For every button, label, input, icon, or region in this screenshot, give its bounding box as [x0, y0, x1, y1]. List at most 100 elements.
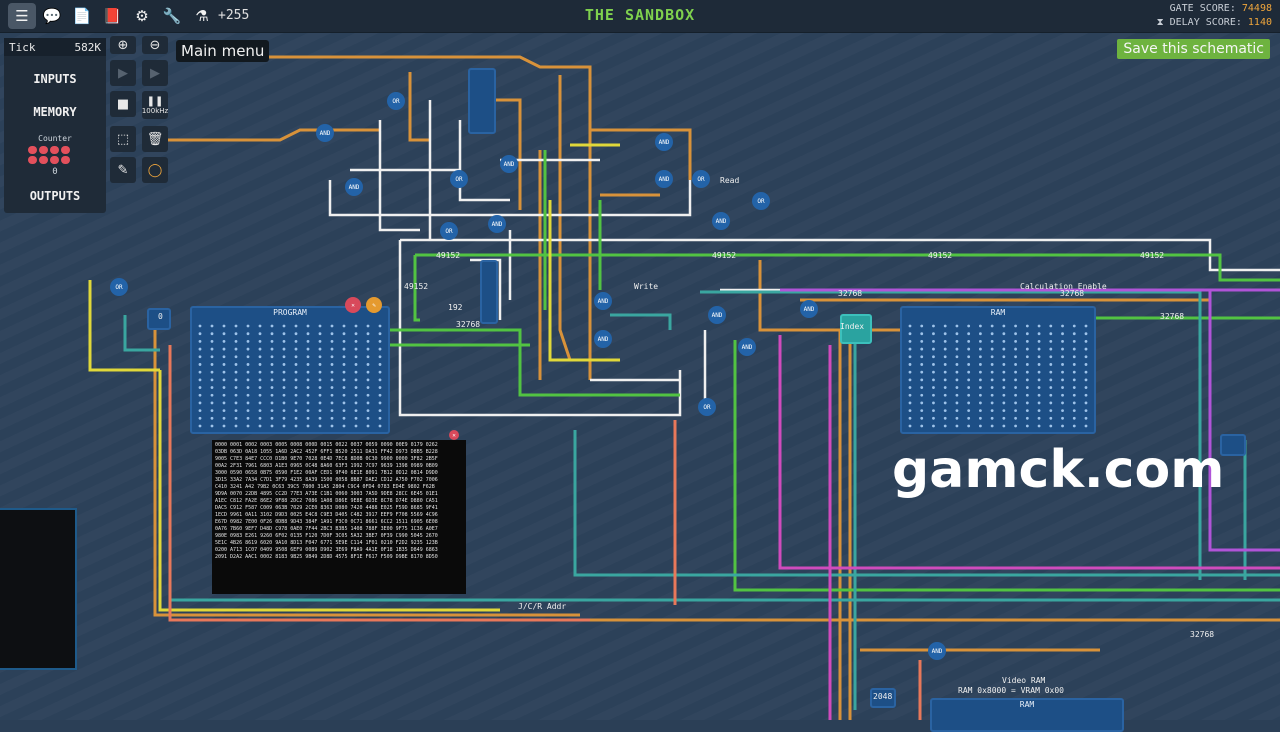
or-gate[interactable]: OR [387, 92, 405, 110]
and-gate[interactable]: AND [500, 155, 518, 173]
memory-cell [932, 393, 935, 397]
memory-cell [967, 401, 971, 405]
memory-cell [1037, 324, 1041, 328]
pause-button[interactable]: ❚❚ 100kHz [142, 91, 168, 119]
program-component[interactable]: PROGRAM [190, 306, 390, 434]
memory-cell [920, 393, 924, 397]
and-gate[interactable]: AND [655, 170, 673, 188]
memory-cell [282, 401, 286, 405]
and-gate[interactable]: AND [594, 330, 612, 348]
memory-cell [1025, 347, 1029, 351]
memory-cell [282, 363, 286, 366]
and-gate[interactable]: AND [488, 215, 506, 233]
memory-cell [1049, 347, 1053, 351]
memory-cell [920, 424, 924, 428]
memory-cell [354, 324, 358, 328]
schematic-canvas[interactable]: AND OR AND AND OR OR AND AND AND AND AND… [0, 0, 1280, 732]
memory-cell [354, 339, 358, 343]
memory-cell [342, 324, 346, 328]
memory-cell [990, 416, 994, 420]
memory-cell [198, 424, 202, 428]
memory-cell [246, 386, 250, 389]
main-menu-tooltip: Main menu [176, 40, 270, 62]
or-gate[interactable]: OR [450, 170, 468, 188]
memory-cell [294, 424, 298, 428]
memory-cell [210, 424, 214, 428]
or-gate[interactable]: OR [110, 278, 128, 296]
memory-cell [270, 363, 274, 366]
memory-cell [990, 347, 994, 351]
memory-cell [943, 363, 947, 366]
or-gate[interactable]: OR [692, 170, 710, 188]
color-picker-icon[interactable]: ◯ [142, 157, 168, 183]
edit-component-icon[interactable]: ✎ [366, 297, 382, 313]
memory-cell [979, 424, 982, 428]
memory-cell [270, 409, 274, 413]
memory-cell [330, 324, 334, 328]
wire-value: 32768 [456, 320, 481, 329]
decoder-component[interactable] [468, 68, 496, 134]
pencil-icon[interactable]: ✎ [110, 157, 136, 183]
or-gate[interactable]: OR [698, 398, 716, 416]
or-gate[interactable]: OR [440, 222, 458, 240]
and-gate[interactable]: AND [655, 133, 673, 151]
trash-icon[interactable]: 🗑 [142, 126, 168, 152]
or-gate[interactable]: OR [752, 192, 770, 210]
memory-cell [378, 370, 382, 374]
decoder-component[interactable] [480, 260, 498, 324]
memory-cell [979, 401, 982, 405]
memory-cell [234, 347, 238, 351]
delete-component-icon[interactable]: ✕ [345, 297, 361, 313]
memory-cell [1084, 324, 1088, 328]
memory-cell [318, 347, 322, 351]
inputs-button[interactable]: INPUTS [4, 72, 106, 86]
save-schematic-button[interactable]: Save this schematic [1117, 39, 1270, 59]
memory-cell [1084, 409, 1088, 413]
memory-cell [210, 416, 214, 420]
zoom-in-icon[interactable]: ⊕ [110, 36, 136, 54]
and-gate[interactable]: AND [594, 292, 612, 310]
and-gate[interactable]: AND [345, 178, 363, 196]
memory-button[interactable]: MEMORY [4, 105, 106, 119]
and-gate[interactable]: AND [316, 124, 334, 142]
and-gate[interactable]: AND [928, 642, 946, 660]
memory-cell [943, 324, 947, 328]
memory-cell [306, 363, 310, 366]
memory-cell [1072, 347, 1076, 351]
memory-cell [234, 324, 238, 328]
memory-cell [258, 324, 262, 328]
run-icon[interactable]: ▶ [142, 60, 168, 86]
memory-cell [366, 363, 370, 366]
and-gate[interactable]: AND [738, 338, 756, 356]
memory-cell [294, 416, 298, 420]
memory-cell [979, 378, 982, 382]
step-icon[interactable]: ▶ [110, 60, 136, 86]
and-gate[interactable]: AND [708, 306, 726, 324]
memory-cell [234, 332, 238, 336]
memory-cell [378, 363, 382, 366]
memory-cell [1072, 378, 1076, 382]
ram-component[interactable]: RAM [900, 306, 1096, 434]
memory-cell [1002, 424, 1006, 428]
memory-cell [1014, 409, 1017, 413]
stop-icon[interactable]: ■ [110, 91, 136, 117]
select-icon[interactable]: ⬚ [110, 126, 136, 152]
and-gate[interactable]: AND [800, 300, 818, 318]
zoom-out-icon[interactable]: ⊖ [142, 36, 168, 54]
and-gate[interactable]: AND [712, 212, 730, 230]
memory-cell [378, 416, 382, 420]
close-display-icon[interactable]: ✕ [449, 430, 459, 440]
memory-cell [318, 363, 322, 366]
memory-cell [932, 355, 935, 359]
memory-cell [318, 355, 322, 359]
memory-cell [990, 386, 994, 389]
outputs-button[interactable]: OUTPUTS [4, 189, 106, 203]
memory-cell [366, 324, 370, 328]
memory-cell [366, 370, 370, 374]
memory-cell [246, 339, 250, 343]
memory-cell [920, 401, 924, 405]
memory-cell [955, 393, 959, 397]
video-ram-component[interactable]: RAM [930, 698, 1124, 732]
memory-cell [318, 424, 322, 428]
memory-cell [354, 393, 358, 397]
